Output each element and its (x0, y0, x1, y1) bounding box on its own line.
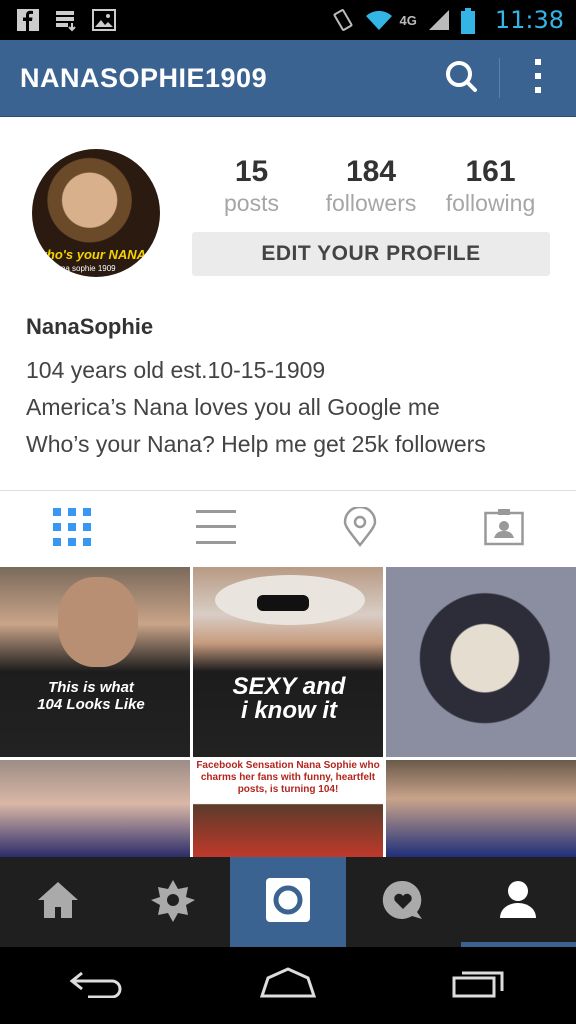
stat-posts[interactable]: 15 posts (192, 155, 311, 217)
vibrate-icon (331, 8, 355, 32)
image-icon (92, 8, 116, 32)
post-caption: Facebook Sensation Nana Sophie who charm… (196, 760, 380, 795)
nav-camera[interactable] (230, 857, 346, 947)
post-thumbnail[interactable]: SEXY and i know it (193, 567, 383, 757)
nav-explore[interactable] (115, 857, 230, 947)
explore-icon (150, 878, 195, 927)
avatar-overlay-text: who's your NANA? (36, 247, 154, 262)
photo-grid: This is what 104 Looks Like SEXY and i k… (0, 567, 576, 857)
home-icon (36, 880, 80, 925)
bottom-navigation (0, 857, 576, 947)
edit-profile-button[interactable]: EDIT YOUR PROFILE (192, 232, 550, 276)
stat-following[interactable]: 161 following (431, 155, 550, 217)
wifi-icon (365, 8, 393, 32)
stat-value: 184 (345, 155, 397, 188)
list-icon (196, 509, 236, 549)
bio-line: America’s Nana loves you all Google me (26, 394, 440, 420)
profile-icon (498, 880, 538, 925)
facebook-icon (16, 8, 40, 32)
stat-label: posts (224, 190, 279, 216)
back-icon (68, 968, 124, 1003)
post-thumbnail[interactable]: Facebook Sensation Nana Sophie who charm… (193, 760, 383, 857)
post-caption: This is what 104 Looks Like (37, 679, 145, 713)
download-icon (54, 8, 78, 32)
avatar-caption: nana sophie 1909 (52, 264, 116, 273)
page-title: NANASOPHIE1909 (20, 62, 268, 93)
overflow-menu-icon (533, 58, 543, 98)
stat-value: 161 (465, 155, 516, 188)
stat-label: followers (325, 190, 417, 216)
bio: 104 years old est.10-15-1909 America’s N… (26, 352, 486, 463)
home-outline-icon (258, 966, 318, 1005)
post-caption: SEXY and i know it (232, 673, 346, 724)
stat-followers[interactable]: 184 followers (312, 155, 431, 217)
post-thumbnail[interactable]: This is what 104 Looks Like (0, 567, 190, 757)
nav-home[interactable] (0, 857, 115, 947)
avatar[interactable]: who's your NANA? nana sophie 1909 (32, 149, 160, 277)
overflow-menu-button[interactable] (500, 40, 576, 116)
bio-line: 104 years old est.10-15-1909 (26, 357, 326, 383)
tab-map-view[interactable] (288, 491, 432, 567)
app-bar: NANASOPHIE1909 (0, 40, 576, 117)
stat-value: 15 (234, 155, 269, 188)
bio-line: Who’s your Nana? Help me get 25k followe… (26, 431, 486, 457)
nav-profile[interactable] (460, 857, 576, 947)
grid-icon (53, 507, 91, 551)
activity-icon (381, 878, 425, 927)
recent-apps-icon (452, 966, 508, 1005)
recent-apps-button[interactable] (430, 956, 530, 1016)
camera-icon (265, 877, 310, 927)
tab-tagged-photos[interactable] (432, 491, 576, 567)
search-button[interactable] (423, 40, 499, 116)
status-bar: 4G 11:38 (0, 0, 576, 40)
post-thumbnail[interactable] (0, 760, 190, 857)
back-button[interactable] (46, 956, 146, 1016)
clock: 11:38 (494, 6, 564, 34)
tab-grid-view[interactable] (0, 491, 144, 567)
system-navigation (0, 947, 576, 1024)
location-pin-icon (343, 505, 377, 552)
profile-stats: 15 posts 184 followers 161 following (192, 155, 550, 217)
view-tabs (0, 490, 576, 567)
home-button[interactable] (238, 956, 338, 1016)
tagged-photos-icon (484, 508, 524, 551)
signal-icon (427, 8, 451, 32)
search-icon (444, 59, 478, 98)
battery-icon (460, 8, 485, 34)
tab-list-view[interactable] (144, 491, 288, 567)
post-thumbnail[interactable] (386, 567, 576, 757)
profile-header: who's your NANA? nana sophie 1909 15 pos… (0, 117, 576, 490)
network-type: 4G (399, 12, 417, 28)
post-thumbnail[interactable] (386, 760, 576, 857)
nav-activity[interactable] (346, 857, 461, 947)
stat-label: following (445, 190, 536, 216)
display-name: NanaSophie (26, 314, 154, 339)
